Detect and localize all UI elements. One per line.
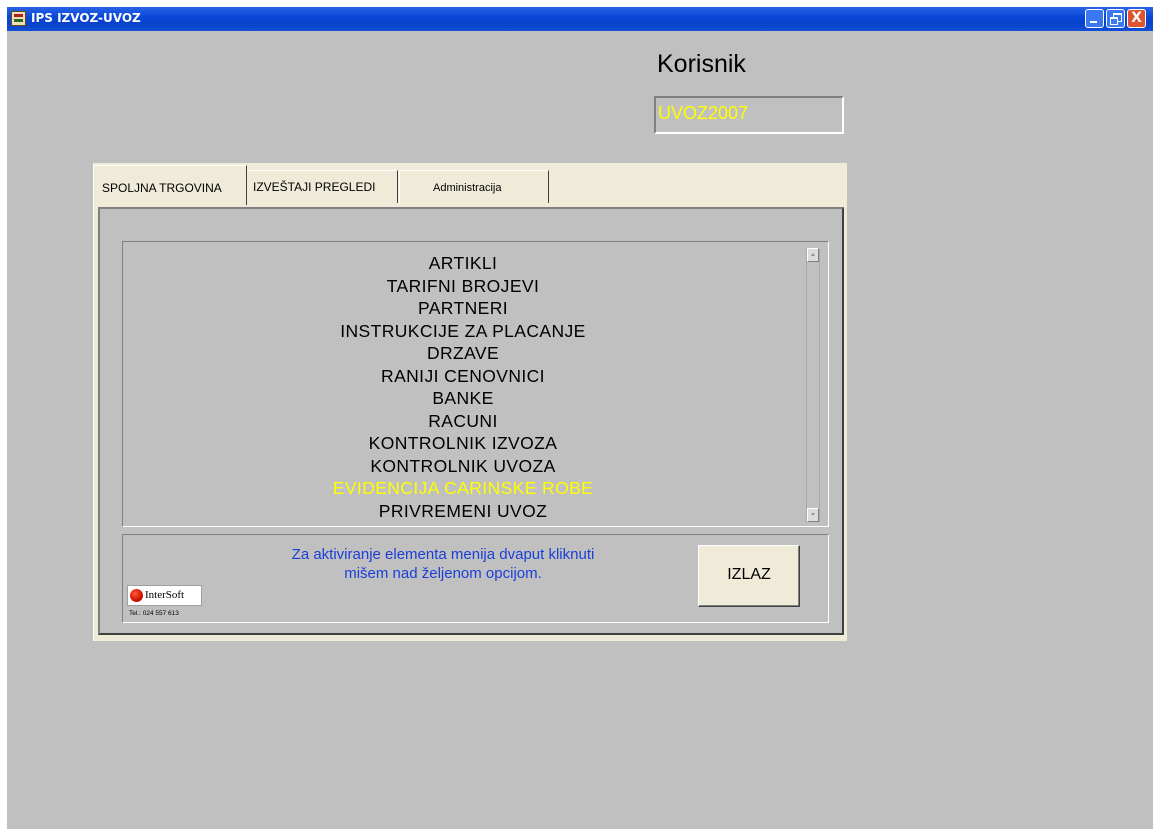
menu-item-raniji-cenovnici[interactable]: RANIJI CENOVNICI <box>123 365 803 388</box>
menu-item-partneri[interactable]: PARTNERI <box>123 297 803 320</box>
menu-item-banke[interactable]: BANKE <box>123 387 803 410</box>
tab-administracija[interactable]: Administracija <box>399 170 549 203</box>
title-bar[interactable]: IPS IZVOZ-UVOZ X <box>7 7 1153 31</box>
scroll-up-button[interactable] <box>807 248 819 262</box>
menu-item-racuni[interactable]: RACUNI <box>123 410 803 433</box>
menu-item-tarifni-brojevi[interactable]: TARIFNI BROJEVI <box>123 275 803 298</box>
logo-dot-icon <box>130 589 143 602</box>
menu-list[interactable]: ARTIKLI TARIFNI BROJEVI PARTNERI INSTRUK… <box>122 241 829 527</box>
menu-item-drzave[interactable]: DRZAVE <box>123 342 803 365</box>
user-field: UVOZ2007 <box>654 96 844 134</box>
menu-item-evidencija-carinske-robe[interactable]: EVIDENCIJA CARINSKE ROBE <box>123 477 803 500</box>
menu-item-kontrolnik-uvoza[interactable]: KONTROLNIK UVOZA <box>123 455 803 478</box>
main-tab-control: IZVEŠTAJI PREGLEDI Administracija ARTIKL… <box>93 163 847 641</box>
tab-label: IZVEŠTAJI PREGLEDI <box>253 180 376 194</box>
tab-spoljna-trgovina[interactable]: SPOLJNA TRGOVINA <box>93 165 247 205</box>
minimize-button[interactable] <box>1085 9 1104 28</box>
hint-line-2: mišem nad željenom opcijom. <box>344 565 542 582</box>
footer-panel: Za aktiviranje elementa menija dvaput kl… <box>122 534 829 623</box>
window-title: IPS IZVOZ-UVOZ <box>31 11 141 25</box>
tab-page-spoljna-trgovina: ARTIKLI TARIFNI BROJEVI PARTNERI INSTRUK… <box>93 203 847 641</box>
app-window: IPS IZVOZ-UVOZ X Korisnik UVOZ2007 IZVEŠ… <box>7 7 1153 829</box>
tab-inner-panel: ARTIKLI TARIFNI BROJEVI PARTNERI INSTRUK… <box>98 207 844 635</box>
logo-text: InterSoft <box>145 589 185 601</box>
user-label: Korisnik <box>657 50 746 78</box>
intersoft-logo: InterSoft <box>127 585 202 606</box>
app-icon[interactable] <box>11 11 26 26</box>
menu-item-instrukcije-za-placanje[interactable]: INSTRUKCIJE ZA PLACANJE <box>123 320 803 343</box>
user-value: UVOZ2007 <box>658 103 749 123</box>
scroll-down-button[interactable] <box>807 508 819 522</box>
tab-izvestaji-pregledi[interactable]: IZVEŠTAJI PREGLEDI <box>246 170 398 203</box>
restore-button[interactable] <box>1106 9 1125 28</box>
close-button[interactable]: X <box>1127 9 1146 28</box>
close-icon: X <box>1131 10 1142 26</box>
menu-item-privremeni-uvoz[interactable]: PRIVREMENI UVOZ <box>123 500 803 523</box>
hint-line-1: Za aktiviranje elementa menija dvaput kl… <box>291 546 595 563</box>
tab-label: SPOLJNA TRGOVINA <box>102 181 222 195</box>
exit-button[interactable]: IZLAZ <box>698 545 800 607</box>
hint-text: Za aktiviranje elementa menija dvaput kl… <box>233 545 653 583</box>
menu-item-artikli[interactable]: ARTIKLI <box>123 252 803 275</box>
phone-text: Tel.: 024 557 613 <box>129 610 179 617</box>
tab-label: Administracija <box>433 182 502 194</box>
menu-items: ARTIKLI TARIFNI BROJEVI PARTNERI INSTRUK… <box>123 252 803 522</box>
menu-scrollbar[interactable] <box>806 248 820 522</box>
menu-item-kontrolnik-izvoza[interactable]: KONTROLNIK IZVOZA <box>123 432 803 455</box>
